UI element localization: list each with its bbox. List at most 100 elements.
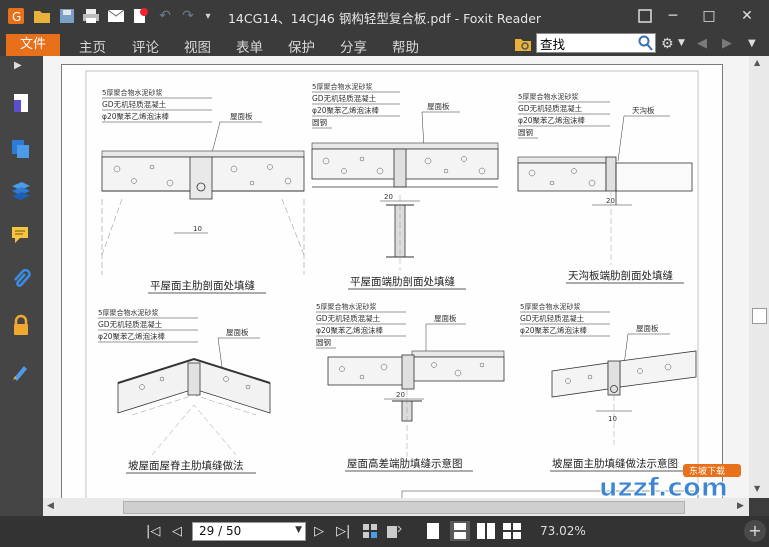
detail-2-caption: 平屋面端肋剖面处填缝 — [350, 275, 455, 288]
detail-3-drawing: 5厚聚合物水泥砂浆 GD无机轻质混凝土 φ20聚苯乙烯泡沫棒 圆钢 天沟板 20… — [517, 92, 693, 284]
detail-6-drawing: 5厚聚合物水泥砂浆 GD无机轻质混凝土 φ20聚苯乙烯泡沫棒 屋面板 10 坡屋… — [520, 302, 697, 472]
scroll-down-arrow-icon[interactable]: ▼ — [754, 484, 760, 493]
settings-dropdown-icon[interactable]: ▼ — [678, 38, 685, 48]
page-number-field[interactable]: 29 / 50 ▼ — [192, 522, 306, 541]
minimize-button[interactable]: ─ — [660, 6, 686, 26]
last-page-icon[interactable]: ▷| — [336, 524, 350, 539]
detail-4-label-0: 5厚聚合物水泥砂浆 — [98, 308, 158, 317]
settings-gear-icon[interactable]: ⚙ — [661, 36, 674, 52]
detail-3-dim: 20 — [606, 197, 615, 205]
zoom-in-button[interactable]: + — [744, 520, 766, 542]
detail-1-dim: 10 — [193, 225, 202, 233]
next-page-icon[interactable]: ▷ — [314, 524, 324, 539]
view-thumbnails-icon[interactable] — [362, 523, 378, 542]
attachment-icon[interactable] — [10, 268, 32, 290]
view-rotate-icon[interactable] — [386, 523, 402, 542]
search-field[interactable] — [536, 33, 656, 53]
tab-protect[interactable]: 保护 — [288, 36, 315, 56]
comments-icon[interactable] — [10, 224, 32, 246]
document-view[interactable]: 5厚聚合物水泥砂浆 GD无机轻质混凝土 φ20聚苯乙烯泡沫棒 屋面板 10 平屋… — [43, 56, 749, 498]
detail-5-label-1: GD无机轻质混凝土 — [316, 313, 381, 323]
detail-2-label-1: GD无机轻质混凝土 — [312, 93, 377, 103]
detail-5-label-2: φ20聚苯乙烯泡沫棒 — [316, 325, 383, 335]
tab-form[interactable]: 表单 — [236, 36, 263, 56]
navigation-sidebar: ▶ — [0, 56, 43, 516]
detail-6-panel: 屋面板 — [636, 323, 659, 333]
detail-2-dim: 20 — [384, 193, 393, 201]
search-input[interactable] — [537, 34, 643, 52]
detail-5-dim: 20 — [396, 391, 405, 399]
detail-1-panel: 屋面板 — [230, 111, 253, 121]
horizontal-scrollbar[interactable]: ◀ ▶ — [43, 498, 749, 516]
tab-help[interactable]: 帮助 — [392, 36, 419, 56]
detail-1-label-2: φ20聚苯乙烯泡沫棒 — [102, 111, 169, 121]
detail-6-label-2: φ20聚苯乙烯泡沫棒 — [520, 325, 587, 335]
detail-1-label-0: 5厚聚合物水泥砂浆 — [102, 88, 162, 97]
tab-share[interactable]: 分享 — [340, 36, 367, 56]
nav-back-icon[interactable]: ◀ — [697, 36, 707, 51]
first-page-icon[interactable]: |◁ — [146, 524, 160, 539]
expand-panel-icon[interactable]: ▶ — [14, 60, 22, 71]
detail-1-label-1: GD无机轻质混凝土 — [102, 99, 167, 109]
pages-icon[interactable] — [10, 92, 32, 114]
layers-icon[interactable] — [10, 138, 32, 160]
detail-3-label-3: 圆钢 — [518, 127, 533, 137]
detail-3-panel: 天沟板 — [632, 105, 655, 115]
detail-5-caption: 屋面高差端肋填缝示意图 — [347, 457, 463, 470]
page-dropdown-icon[interactable]: ▼ — [295, 525, 302, 535]
watermark-text: uzzf.com — [599, 473, 728, 498]
detail-2-label-0: 5厚聚合物水泥砂浆 — [312, 82, 372, 91]
detail-6-dim: 10 — [608, 415, 617, 423]
scroll-up-arrow-icon[interactable]: ▲ — [754, 58, 760, 67]
tab-home[interactable]: 主页 — [79, 36, 106, 56]
find-folder-icon[interactable] — [514, 36, 532, 55]
detail-2-label-3: 圆钢 — [312, 117, 327, 127]
detail-2-drawing: 5厚聚合物水泥砂浆 GD无机轻质混凝土 φ20聚苯乙烯泡沫棒 圆钢 屋面板 20… — [311, 82, 499, 290]
ribbon-collapse-icon[interactable]: ▼ — [748, 38, 756, 49]
file-tab[interactable]: 文件 — [6, 34, 60, 56]
detail-3-label-2: φ20聚苯乙烯泡沫棒 — [518, 115, 585, 125]
signature-pen-icon[interactable] — [10, 360, 32, 382]
detail-2-panel: 屋面板 — [427, 101, 450, 111]
detail-1-caption: 平屋面主肋剖面处填缝 — [150, 279, 255, 292]
continuous-view-icon[interactable] — [450, 521, 470, 541]
detail-3-label-1: GD无机轻质混凝土 — [518, 103, 583, 113]
nav-forward-icon[interactable]: ▶ — [722, 36, 732, 51]
detail-4-label-1: GD无机轻质混凝土 — [98, 319, 163, 329]
scroll-left-arrow-icon[interactable]: ◀ — [47, 501, 54, 511]
tab-comment[interactable]: 评论 — [132, 36, 159, 56]
watermark-logo: 东坡下载 uzzf.com — [595, 462, 745, 498]
detail-5-label-3: 圆钢 — [316, 337, 331, 347]
tab-view[interactable]: 视图 — [184, 36, 211, 56]
detail-6-label-1: GD无机轻质混凝土 — [520, 313, 585, 323]
detail-6-label-0: 5厚聚合物水泥砂浆 — [520, 302, 580, 311]
page-number-value[interactable]: 29 / 50 — [199, 524, 241, 538]
vertical-scroll-thumb[interactable] — [752, 308, 767, 324]
detail-3-caption: 天沟板端肋剖面处填缝 — [568, 269, 673, 282]
ribbon-menu: 文件 主页 评论 视图 表单 保护 分享 帮助 ⚙ ▼ ◀ ▶ ▼ — [0, 32, 769, 56]
fullscreen-icon[interactable] — [632, 6, 658, 26]
search-icon[interactable] — [638, 35, 653, 54]
facing-view-icon[interactable] — [476, 522, 496, 543]
horizontal-scroll-thumb[interactable] — [123, 501, 685, 514]
maximize-button[interactable]: □ — [696, 6, 722, 26]
vertical-scrollbar[interactable]: ▲ ▼ — [749, 56, 769, 498]
detail-5-label-0: 5厚聚合物水泥砂浆 — [316, 302, 376, 311]
title-bar: G ↶ ↷ ▾ 14CG14、14CJ46 钢构轻型复合板.pdf - Foxi… — [0, 0, 769, 32]
close-button[interactable]: ✕ — [734, 6, 760, 26]
continuous-facing-icon[interactable] — [502, 522, 522, 543]
bookmarks-stack-icon[interactable] — [10, 180, 32, 202]
detail-4-drawing: 5厚聚合物水泥砂浆 GD无机轻质混凝土 φ20聚苯乙烯泡沫棒 屋面板 坡屋面屋脊… — [98, 308, 271, 474]
scroll-right-arrow-icon[interactable]: ▶ — [737, 501, 744, 511]
prev-page-icon[interactable]: ◁ — [172, 524, 182, 539]
status-bar: |◁ ◁ ▷ ▷| 73.02% — [0, 516, 769, 547]
detail-1-drawing: 5厚聚合物水泥砂浆 GD无机轻质混凝土 φ20聚苯乙烯泡沫棒 屋面板 10 平屋… — [101, 88, 305, 294]
detail-5-panel: 屋面板 — [434, 313, 457, 323]
single-page-view-icon[interactable] — [426, 522, 440, 543]
security-lock-icon[interactable] — [10, 314, 32, 336]
detail-3-label-0: 5厚聚合物水泥砂浆 — [518, 92, 578, 101]
detail-4-panel: 屋面板 — [226, 327, 249, 337]
zoom-level: 73.02% — [540, 524, 586, 538]
detail-2-label-2: φ20聚苯乙烯泡沫棒 — [312, 105, 379, 115]
detail-4-label-2: φ20聚苯乙烯泡沫棒 — [98, 331, 165, 341]
